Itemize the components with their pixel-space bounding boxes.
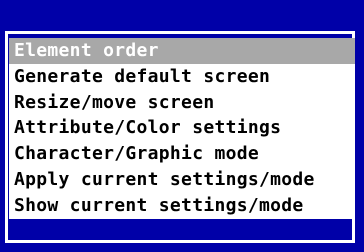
menu-item-attribute-color-settings[interactable]: Attribute/Color settings bbox=[9, 115, 355, 142]
dos-screen: Element order Generate default screen Re… bbox=[0, 0, 364, 252]
menu-item-character-graphic-mode[interactable]: Character/Graphic mode bbox=[9, 141, 355, 167]
menu-item-apply-current-settings-mode[interactable]: Apply current settings/mode bbox=[9, 166, 355, 193]
menu-list: Element order Generate default screen Re… bbox=[9, 38, 355, 219]
menu-item-generate-default-screen[interactable]: Generate default screen bbox=[9, 63, 355, 90]
menu-item-element-order[interactable]: Element order bbox=[9, 38, 355, 64]
menu-item-resize-move-screen[interactable]: Resize/move screen bbox=[9, 89, 355, 116]
menu-item-show-current-settings-mode[interactable]: Show current settings/mode bbox=[9, 192, 355, 219]
